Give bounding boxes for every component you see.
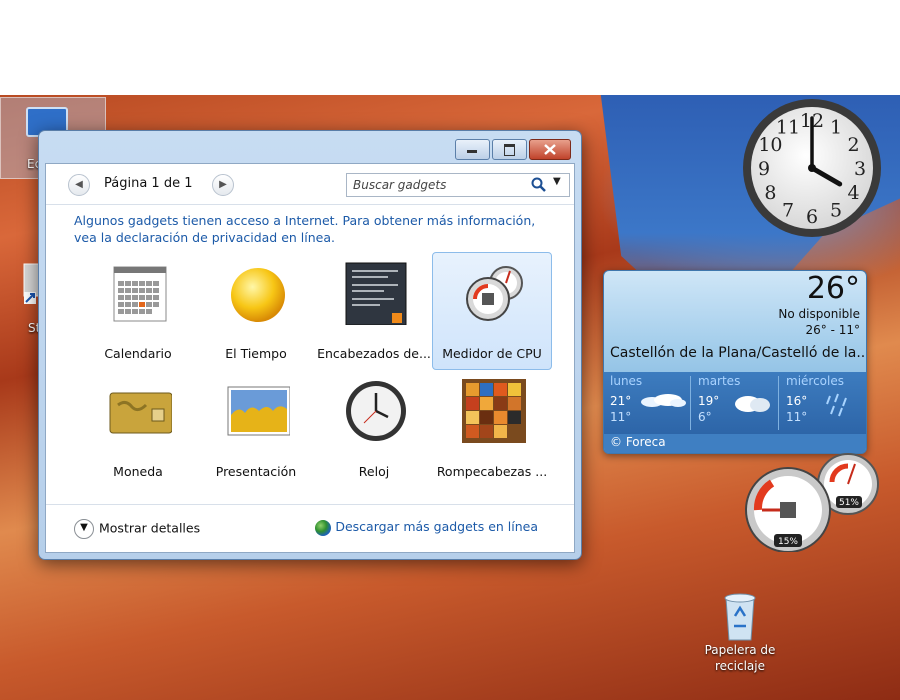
gadget-label: Medidor de CPU (442, 346, 542, 361)
gadget-tile-reloj[interactable]: Reloj (314, 370, 434, 488)
gadget-label: Moneda (113, 464, 163, 479)
gallery-toolbar: ◀ Página 1 de 1 ▶ ▼ (46, 164, 574, 205)
clock-numeral: 2 (848, 134, 860, 156)
gadget-gallery-content: ◀ Página 1 de 1 ▶ ▼ Algunos gadgets tien… (45, 163, 575, 553)
globe-icon (315, 519, 332, 536)
search-input[interactable] (351, 176, 525, 194)
forecast-day: miércoles 16° 11° (782, 372, 866, 434)
gadget-label: Presentación (215, 464, 297, 479)
forecast-low: 6° (698, 410, 712, 424)
weather-forecast: lunes 21° 11° martes 19° 6° miércoles 16… (604, 372, 866, 434)
gadget-tile-calendario[interactable]: OCT 06 Calendario (78, 252, 198, 370)
recycle-bin-icon (724, 593, 756, 641)
search-box: ▼ (346, 173, 570, 197)
window-controls (455, 139, 571, 160)
gadget-gallery-window: ◀ Página 1 de 1 ▶ ▼ Algunos gadgets tien… (38, 130, 582, 560)
memory-usage-text: 51% (839, 498, 859, 508)
weather-status: No disponible (778, 307, 860, 321)
gadget-tile-medidor-cpu[interactable]: Medidor de CPU (432, 252, 552, 370)
forecast-separator (778, 376, 779, 430)
clock-numeral: 11 (776, 116, 800, 138)
forecast-high: 21° (610, 394, 632, 408)
current-temperature: 26° (806, 271, 860, 306)
gadget-tile-moneda[interactable]: Moneda (78, 370, 198, 488)
gadget-tile-rompecabezas[interactable]: Rompecabezas ... (432, 370, 552, 488)
search-dropdown-icon[interactable]: ▼ (553, 176, 561, 187)
rain-icon (826, 393, 847, 417)
gadget-label: Reloj (358, 464, 390, 479)
forecast-high: 19° (698, 394, 720, 408)
calendar-icon: OCT 06 (113, 266, 167, 322)
sun-icon (231, 268, 285, 322)
clock-numeral: 1 (830, 116, 842, 138)
gadget-label: Rompecabezas ... (436, 464, 548, 479)
download-more-gadgets-link[interactable]: Descargar más gadgets en línea (315, 519, 538, 536)
cpu-usage-text: 15% (778, 537, 798, 547)
clock-numeral: 4 (848, 182, 860, 204)
show-details-label: Mostrar detalles (99, 520, 201, 536)
gadget-label: Calendario (104, 346, 172, 361)
chevron-right-icon: ▶ (219, 179, 227, 190)
clock-numeral: 6 (806, 206, 818, 228)
maximize-icon (504, 144, 515, 156)
chevron-down-icon: ▼ (74, 519, 94, 539)
forecast-separator (690, 376, 691, 430)
cloud-icon (641, 394, 686, 407)
slideshow-icon (227, 386, 290, 436)
cpu-meter-icon (466, 266, 523, 321)
prev-page-button[interactable]: ◀ (68, 174, 90, 196)
search-icon[interactable] (531, 177, 547, 193)
clock-numeral: 8 (764, 182, 776, 204)
page-indicator: Página 1 de 1 (104, 176, 193, 191)
temperature-range: 26° - 11° (805, 323, 861, 337)
cloud-icon (735, 396, 770, 412)
gallery-footer: ▼ Mostrar detalles Descargar más gadgets … (46, 504, 574, 553)
clock-numeral: 5 (830, 200, 842, 222)
download-more-label: Descargar más gadgets en línea (335, 519, 538, 534)
forecast-day-name: martes (698, 374, 741, 388)
currency-icon (109, 392, 172, 434)
gadget-tile-el-tiempo[interactable]: El Tiempo (196, 252, 316, 370)
gadget-label: Encabezados de... (317, 346, 431, 361)
puzzle-icon (462, 379, 526, 443)
cpu-meter-gadget[interactable]: 15% 51% (742, 452, 884, 553)
minimize-icon (467, 150, 477, 153)
forecast-day: martes 19° 6° (694, 372, 780, 434)
gadget-tile-encabezados[interactable]: Encabezados de... (314, 252, 434, 370)
close-button[interactable] (529, 139, 571, 160)
weather-gadget[interactable]: 26° No disponible 26° - 11° Castellón de… (603, 270, 867, 454)
clock-numeral: 9 (758, 158, 770, 180)
next-page-button[interactable]: ▶ (212, 174, 234, 196)
forecast-low: 11° (610, 410, 632, 424)
forecast-low: 11° (786, 410, 808, 424)
recycle-bin-label: Papelera de reciclaje (704, 643, 776, 673)
weather-city: Castellón de la Plana/Castelló de la... (610, 345, 867, 361)
gadget-label: El Tiempo (225, 346, 287, 361)
calendar-month-text: OCT 06 (131, 274, 149, 280)
clock-face-icon: 121234567891011 (743, 99, 881, 237)
feed-headlines-icon (345, 262, 407, 325)
minimize-button[interactable] (455, 139, 490, 160)
gadget-tile-presentacion[interactable]: Presentación (196, 370, 316, 488)
desktop-icon-recycle-bin[interactable]: Papelera de reciclaje (700, 590, 780, 674)
maximize-button[interactable] (492, 139, 527, 160)
clock-icon (346, 381, 406, 441)
chevron-left-icon: ◀ (75, 179, 83, 190)
cpu-meter-dials: 15% 51% (745, 453, 879, 553)
forecast-day-name: lunes (610, 374, 643, 388)
clock-numeral: 3 (854, 158, 866, 180)
close-icon (544, 144, 556, 155)
clock-gadget[interactable]: 121234567891011 (742, 98, 882, 238)
clock-numeral: 7 (782, 200, 794, 222)
forecast-day-name: miércoles (786, 374, 844, 388)
forecast-high: 16° (786, 394, 808, 408)
forecast-day: lunes 21° 11° (606, 372, 692, 434)
privacy-info-text[interactable]: Algunos gadgets tienen acceso a Internet… (74, 212, 554, 246)
show-details-button[interactable]: ▼ Mostrar detalles (74, 519, 200, 539)
weather-credit[interactable]: © Foreca (610, 435, 666, 449)
